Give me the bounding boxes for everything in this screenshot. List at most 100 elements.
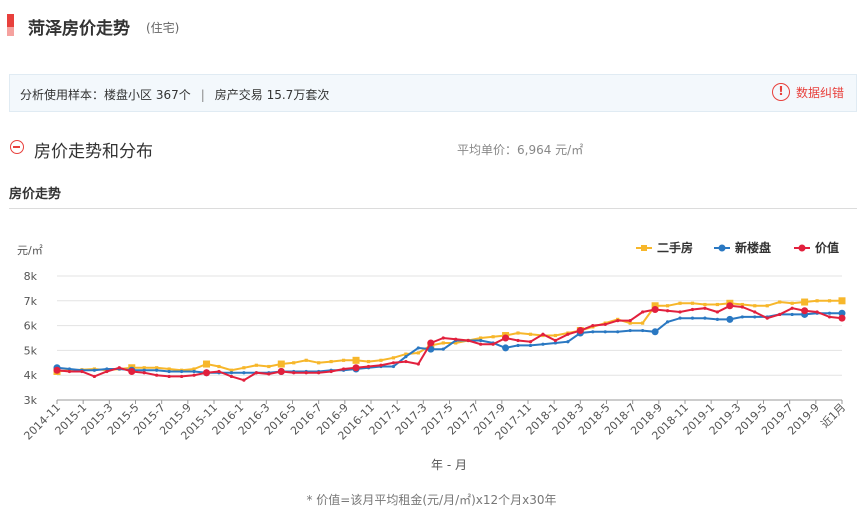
data-point <box>778 312 782 317</box>
alert-icon: ! <box>771 83 790 101</box>
data-point <box>628 319 632 323</box>
y-tick-label: 3k <box>24 394 38 407</box>
data-point <box>541 342 545 346</box>
data-point <box>317 371 321 375</box>
data-point <box>441 336 445 340</box>
data-point <box>53 366 61 374</box>
y-tick-label: 6k <box>24 320 38 333</box>
data-point <box>329 369 333 374</box>
data-point <box>304 371 308 375</box>
data-point <box>651 305 659 313</box>
average-price-value: 6,964 元/㎡ <box>517 143 584 157</box>
data-point <box>491 342 495 346</box>
data-point <box>391 356 396 360</box>
legend-label: 价值 <box>815 240 839 255</box>
data-point <box>616 319 620 323</box>
data-point <box>292 361 296 365</box>
data-point <box>726 302 734 310</box>
legend-marker <box>798 244 806 252</box>
data-point <box>242 378 246 382</box>
report-error-link[interactable]: ! 数据纠错 <box>771 83 844 101</box>
data-point <box>416 351 420 355</box>
average-price-label: 平均单价： <box>457 143 518 157</box>
data-point <box>603 322 607 326</box>
sample-separator: | <box>200 88 205 102</box>
data-point <box>566 332 570 336</box>
data-point <box>541 332 545 336</box>
trend-heading: 房价走势 <box>9 187 62 202</box>
data-point <box>379 358 383 362</box>
data-point <box>441 341 445 345</box>
data-point <box>427 339 435 347</box>
sample-count: 分析使用样本：楼盘小区 367个 <box>20 88 191 102</box>
average-price: 平均单价：6,964 元/㎡ <box>457 141 583 158</box>
data-point <box>827 299 832 303</box>
legend-marker <box>718 244 726 252</box>
data-point <box>665 309 670 313</box>
data-point <box>304 358 308 362</box>
data-point <box>404 355 408 359</box>
data-point <box>815 310 819 314</box>
data-point <box>827 315 832 319</box>
data-point <box>703 316 707 320</box>
data-point <box>566 340 570 344</box>
data-point <box>352 356 360 364</box>
data-point <box>790 306 794 310</box>
data-point <box>167 374 171 379</box>
data-point <box>690 316 695 320</box>
footnote: * 价值=该月平均租金(元/月/㎡)x12个月x30年 <box>306 493 557 507</box>
page-title: 菏泽房价走势 <box>28 19 130 39</box>
data-point <box>155 373 159 377</box>
data-point <box>155 368 159 372</box>
section-title: 房价走势和分布 <box>34 142 153 162</box>
data-point <box>502 334 510 342</box>
data-point <box>765 304 769 308</box>
data-point <box>628 328 632 333</box>
data-point <box>277 360 285 368</box>
sample-info-text: 分析使用样本：楼盘小区 367个 | 房产交易 15.7万套次 <box>20 86 329 103</box>
data-point <box>254 371 258 375</box>
data-point <box>128 367 136 375</box>
data-point <box>366 364 371 369</box>
data-point <box>454 337 458 341</box>
data-point <box>267 364 271 369</box>
data-point <box>254 363 258 367</box>
data-point <box>678 310 682 314</box>
legend-label: 新楼盘 <box>735 240 771 255</box>
data-point <box>801 298 809 306</box>
data-point <box>180 374 184 379</box>
data-point <box>441 347 445 351</box>
data-point <box>466 338 470 343</box>
data-point <box>516 331 520 335</box>
data-point <box>516 338 520 343</box>
sample-info-bar: 分析使用样本：楼盘小区 367个 | 房产交易 15.7万套次 ! 数据纠错 <box>9 74 857 112</box>
data-point <box>416 346 420 350</box>
data-point <box>553 338 558 343</box>
data-point <box>416 362 420 366</box>
data-point <box>591 324 595 328</box>
data-point <box>641 321 645 325</box>
data-point <box>703 302 707 307</box>
data-point <box>715 310 719 314</box>
data-point <box>341 358 346 362</box>
data-point <box>180 369 184 374</box>
legend-marker <box>641 245 647 251</box>
data-point <box>242 371 246 375</box>
data-point <box>616 330 620 334</box>
data-point <box>528 340 533 344</box>
data-point <box>479 338 483 343</box>
data-point <box>641 310 645 314</box>
data-point <box>641 328 645 333</box>
y-tick-label: 7k <box>24 295 38 308</box>
data-point <box>242 366 246 370</box>
data-point <box>92 374 96 379</box>
data-point <box>790 301 794 305</box>
y-tick-label: 4k <box>24 369 38 382</box>
legend-label: 二手房 <box>657 240 693 255</box>
data-point <box>765 316 769 320</box>
data-point <box>352 364 360 372</box>
data-point <box>726 315 734 323</box>
report-error-label: 数据纠错 <box>795 85 844 100</box>
data-point <box>690 307 695 312</box>
collapse-icon[interactable] <box>10 140 24 154</box>
